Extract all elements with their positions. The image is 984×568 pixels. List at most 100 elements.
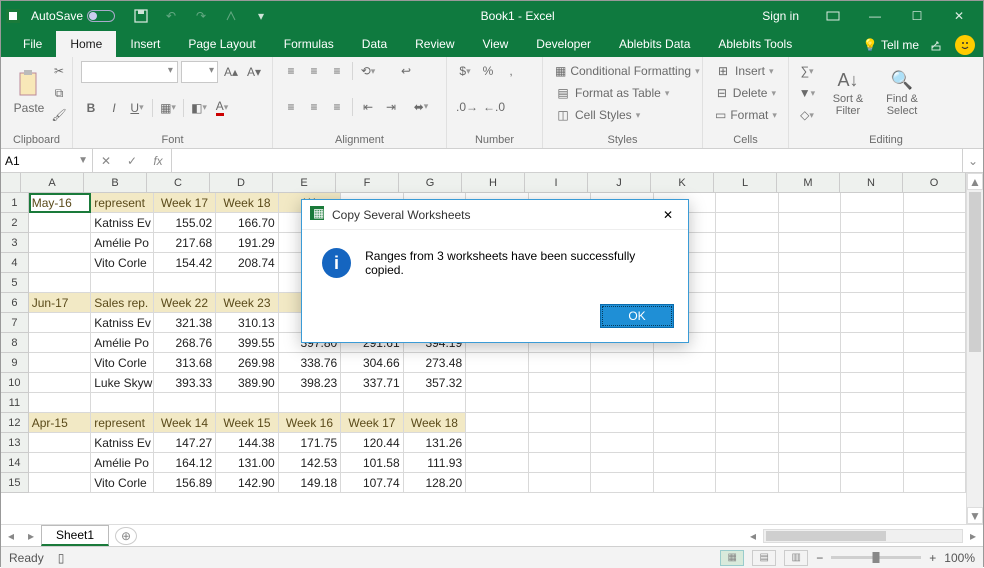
cell[interactable] — [904, 213, 966, 233]
cell[interactable] — [591, 373, 653, 393]
cell[interactable]: Sales rep. — [91, 293, 153, 313]
cell[interactable] — [841, 293, 903, 313]
cell[interactable] — [841, 453, 903, 473]
cell[interactable] — [529, 473, 591, 493]
cell[interactable] — [841, 373, 903, 393]
cell[interactable] — [654, 373, 716, 393]
row-header[interactable]: 4 — [1, 253, 29, 273]
cell[interactable] — [779, 293, 841, 313]
cell[interactable]: Week 14 — [154, 413, 216, 433]
cell[interactable]: 131.26 — [404, 433, 466, 453]
cell[interactable] — [779, 453, 841, 473]
redo-icon[interactable]: ↷ — [189, 4, 213, 28]
row-header[interactable]: 7 — [1, 313, 29, 333]
cell[interactable] — [841, 273, 903, 293]
cell[interactable] — [779, 373, 841, 393]
dialog-close-icon[interactable]: ✕ — [656, 208, 680, 222]
cell[interactable] — [466, 353, 528, 373]
cell[interactable]: represent — [91, 413, 153, 433]
cell[interactable] — [29, 453, 91, 473]
cell[interactable]: Katniss Ev — [91, 313, 153, 333]
maximize-icon[interactable]: ☐ — [897, 2, 937, 30]
merge-center-icon[interactable]: ⬌ — [411, 97, 431, 117]
minimize-icon[interactable]: — — [855, 2, 895, 30]
cell[interactable]: Katniss Ev — [91, 213, 153, 233]
column-header[interactable]: J — [588, 173, 651, 192]
cell[interactable]: 149.18 — [279, 473, 341, 493]
cell[interactable]: Vito Corle — [91, 253, 153, 273]
ribbon-display-icon[interactable] — [813, 2, 853, 30]
vertical-scrollbar[interactable]: ▲ ▼ — [966, 173, 983, 524]
cell[interactable] — [529, 453, 591, 473]
hscroll-left-icon[interactable]: ◂ — [743, 529, 763, 543]
cell[interactable] — [29, 433, 91, 453]
cell[interactable]: Luke Skyw — [91, 373, 153, 393]
conditional-formatting-button[interactable]: ▦Conditional Formatting — [551, 61, 694, 81]
cell[interactable]: 101.58 — [341, 453, 403, 473]
cell[interactable] — [904, 353, 966, 373]
cell[interactable] — [779, 273, 841, 293]
percent-format-icon[interactable]: % — [478, 61, 498, 81]
formula-input[interactable] — [172, 149, 963, 172]
column-header[interactable]: B — [84, 173, 147, 192]
cell[interactable]: 273.48 — [404, 353, 466, 373]
cell[interactable] — [904, 333, 966, 353]
cell[interactable] — [279, 393, 341, 413]
cell[interactable] — [654, 433, 716, 453]
close-icon[interactable]: ✕ — [939, 2, 979, 30]
cell[interactable] — [591, 473, 653, 493]
cell[interactable] — [716, 313, 778, 333]
row-header[interactable]: 11 — [1, 393, 29, 413]
cell[interactable]: 398.23 — [279, 373, 341, 393]
cell[interactable] — [841, 313, 903, 333]
cell[interactable] — [779, 433, 841, 453]
cell[interactable]: 166.70 — [216, 213, 278, 233]
cell[interactable] — [841, 333, 903, 353]
cell[interactable] — [466, 393, 528, 413]
cell[interactable]: Week 16 — [279, 413, 341, 433]
cell[interactable] — [904, 293, 966, 313]
bold-button[interactable]: B — [81, 98, 101, 118]
format-painter-icon[interactable]: 🖌 — [49, 105, 69, 125]
clear-icon[interactable]: ◇ — [797, 105, 817, 125]
cell[interactable]: Vito Corle — [91, 473, 153, 493]
orientation-icon[interactable]: ⟲ — [358, 61, 378, 81]
align-middle-icon[interactable]: ≡ — [304, 61, 324, 81]
share-icon[interactable] — [925, 33, 949, 57]
tab-formulas[interactable]: Formulas — [270, 31, 348, 57]
cell[interactable] — [154, 393, 216, 413]
tab-data[interactable]: Data — [348, 31, 401, 57]
cell[interactable] — [466, 373, 528, 393]
sheet-nav-first-icon[interactable]: ◂ — [1, 529, 21, 543]
borders-icon[interactable]: ▦ — [158, 98, 178, 118]
sheet-nav-last-icon[interactable]: ▸ — [21, 529, 41, 543]
fx-icon[interactable]: fx — [145, 154, 171, 168]
cell[interactable]: Amélie Po — [91, 453, 153, 473]
cell[interactable] — [29, 473, 91, 493]
increase-font-icon[interactable]: A▴ — [221, 62, 241, 82]
tab-ablebits-tools[interactable]: Ablebits Tools — [704, 31, 806, 57]
cell[interactable]: 389.90 — [216, 373, 278, 393]
cell[interactable] — [404, 393, 466, 413]
column-header[interactable]: I — [525, 173, 588, 192]
column-header[interactable]: C — [147, 173, 210, 192]
row-header[interactable]: 3 — [1, 233, 29, 253]
cell[interactable]: 111.93 — [404, 453, 466, 473]
macro-record-icon[interactable]: ▯ — [58, 551, 65, 565]
autosum-icon[interactable]: ∑ — [797, 61, 817, 81]
cell[interactable] — [591, 453, 653, 473]
cell[interactable]: Vito Corle — [91, 353, 153, 373]
row-header[interactable]: 10 — [1, 373, 29, 393]
cell[interactable]: 304.66 — [341, 353, 403, 373]
cell[interactable]: 357.32 — [404, 373, 466, 393]
cancel-formula-icon[interactable]: ✕ — [93, 154, 119, 168]
cell[interactable]: Katniss Ev — [91, 433, 153, 453]
cell[interactable] — [654, 393, 716, 413]
decrease-font-icon[interactable]: A▾ — [244, 62, 264, 82]
cell[interactable]: 120.44 — [341, 433, 403, 453]
cell[interactable] — [904, 193, 966, 213]
cell[interactable] — [216, 273, 278, 293]
cell[interactable] — [466, 433, 528, 453]
cell[interactable] — [154, 273, 216, 293]
row-header[interactable]: 5 — [1, 273, 29, 293]
